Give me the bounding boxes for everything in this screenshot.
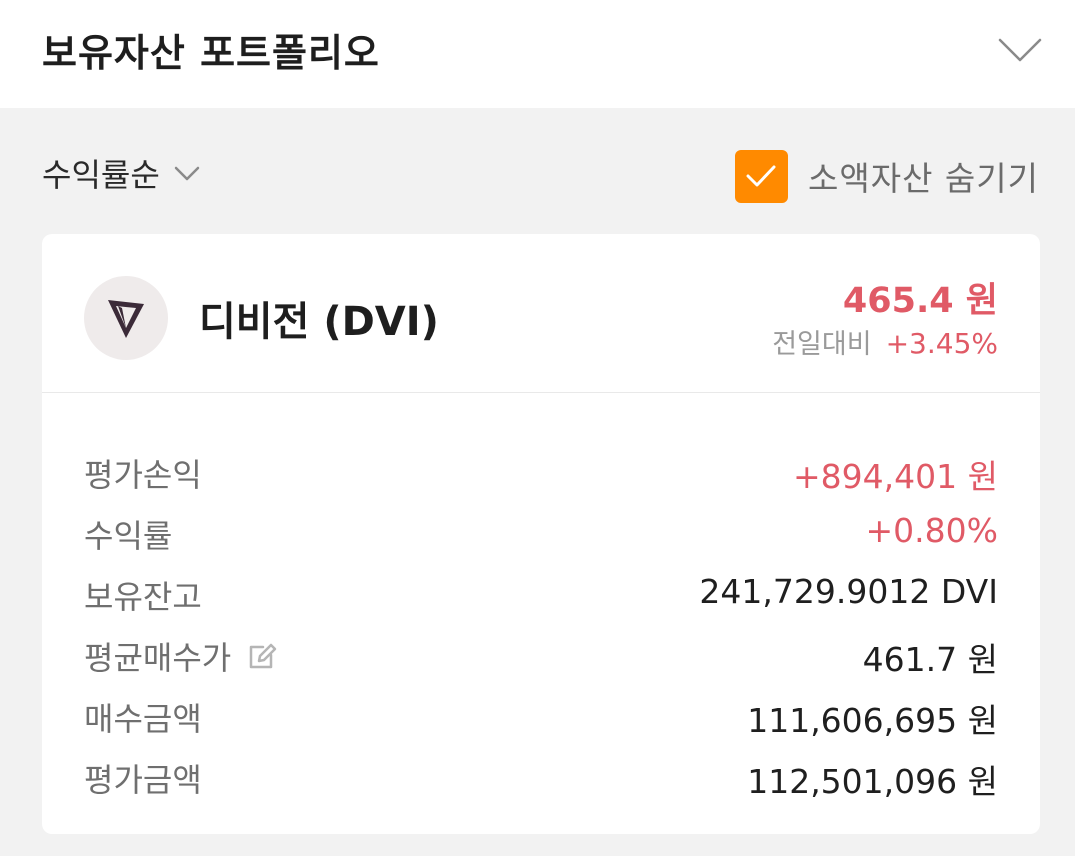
edit-icon[interactable] xyxy=(245,639,279,673)
portfolio-header[interactable]: 보유자산 포트폴리오 xyxy=(0,0,1075,108)
stat-value: +0.80% xyxy=(865,511,998,550)
stat-value: 111,606,695 원 xyxy=(747,701,998,740)
stat-value: 241,729.9012 DVI xyxy=(699,572,998,611)
asset-card: 디비전 (DVI) 465.4 원 전일대비 +3.45% 평가손익 +894,… xyxy=(42,234,1040,834)
stat-label: 평가금액 xyxy=(84,761,202,799)
chevron-down-icon[interactable] xyxy=(996,30,1044,70)
stat-row-valuation-pl: 평가손익 +894,401 원 xyxy=(42,444,1040,505)
daily-change-value: +3.45% xyxy=(885,327,998,360)
stat-label: 수익률 xyxy=(84,517,173,555)
stat-label: 보유잔고 xyxy=(84,578,202,616)
stat-row-avg-buy-price: 평균매수가 461.7 원 xyxy=(42,627,1040,688)
sort-dropdown[interactable]: 수익률순 xyxy=(42,150,200,196)
stat-label: 매수금액 xyxy=(84,700,202,738)
hide-small-assets-toggle[interactable]: 소액자산 숨기기 xyxy=(734,149,1039,203)
check-icon xyxy=(746,165,776,187)
asset-header[interactable]: 디비전 (DVI) 465.4 원 전일대비 +3.45% xyxy=(42,234,1040,392)
asset-name: 디비전 (DVI) xyxy=(199,299,439,345)
sort-label: 수익률순 xyxy=(42,156,160,194)
page-title: 보유자산 포트폴리오 xyxy=(42,31,380,75)
stat-row-return-rate: 수익률 +0.80% xyxy=(42,505,1040,566)
daily-change-label: 전일대비 xyxy=(772,329,872,360)
stat-label-text: 평균매수가 xyxy=(84,639,232,677)
asset-price: 465.4 원 xyxy=(842,281,998,321)
hide-small-assets-checkbox[interactable] xyxy=(734,149,788,203)
stat-row-buy-amount: 매수금액 111,606,695 원 xyxy=(42,688,1040,749)
hide-small-assets-label: 소액자산 숨기기 xyxy=(807,159,1039,198)
stat-value: +894,401 원 xyxy=(793,457,998,496)
stat-value: 112,501,096 원 xyxy=(747,762,998,801)
stat-value: 461.7 원 xyxy=(862,640,998,679)
stat-label: 평가손익 xyxy=(84,456,202,494)
stat-row-valuation-amount: 평가금액 112,501,096 원 xyxy=(42,749,1040,810)
stat-row-holdings: 보유잔고 241,729.9012 DVI xyxy=(42,566,1040,627)
daily-change: 전일대비 +3.45% xyxy=(772,322,998,361)
asset-stats: 평가손익 +894,401 원 수익률 +0.80% 보유잔고 241,729.… xyxy=(42,444,1040,810)
chevron-down-icon xyxy=(174,166,200,181)
divider xyxy=(42,392,1040,393)
coin-logo-icon xyxy=(84,276,168,360)
stat-label-with-edit: 평균매수가 xyxy=(84,633,279,679)
